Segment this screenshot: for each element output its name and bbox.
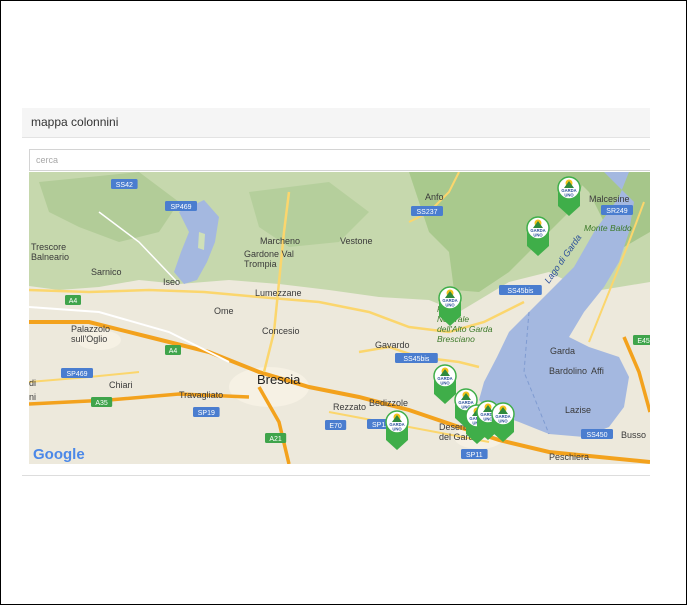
road-shield-label: SP19 <box>198 410 215 417</box>
place-label: Sarnico <box>91 267 122 277</box>
place-label: Lazise <box>565 405 591 415</box>
road-shield-label: A4 <box>69 298 78 305</box>
place-label: Travagliato <box>179 390 223 400</box>
place-label: Busso <box>621 430 646 440</box>
place-label: Rezzato <box>333 402 366 412</box>
road-shield-label: E70 <box>329 423 342 430</box>
place-label: Bedizzole <box>369 398 408 408</box>
panel-divider <box>22 475 650 476</box>
map-panel: mappa colonnini cerca Google Anfo Malces… <box>22 108 650 476</box>
road-shield-label: E45 <box>637 338 650 345</box>
search-box[interactable] <box>29 149 650 171</box>
place-label: Trescore Balneario <box>31 242 69 262</box>
road-shield-label: SS45bis <box>507 288 534 295</box>
map-view[interactable]: Google Anfo Malcesine Trescore Balneario Mar… <box>29 172 650 464</box>
place-label: Peschiera <box>549 452 589 462</box>
place-label: Bardolino <box>549 366 587 376</box>
map-canvas[interactable]: Google Anfo Malcesine Trescore Balneario Mar… <box>29 172 650 464</box>
search-input[interactable] <box>30 150 650 170</box>
place-label: Malcesine <box>589 194 630 204</box>
place-label: Affi <box>591 366 604 376</box>
road-shield-label: SS450 <box>586 432 607 439</box>
road-shield-label: A4 <box>169 348 178 355</box>
place-label: Anfo <box>425 192 444 202</box>
place-label: Palazzolo sull'Oglio <box>71 324 110 344</box>
road-shield-label: SR249 <box>606 208 628 215</box>
road-shield-label: A21 <box>269 436 282 443</box>
road-shield-label: SP469 <box>170 204 191 211</box>
place-label: Lumezzane <box>255 288 302 298</box>
road-shield-label: SS237 <box>416 209 437 216</box>
road-shield-label: SS42 <box>116 182 133 189</box>
road-shield-label: SS45bis <box>403 356 430 363</box>
road-shield-label: SP11 <box>466 452 483 459</box>
place-label: Ome <box>214 306 234 316</box>
park-label: Monte Baldo <box>584 223 632 233</box>
place-label: Iseo <box>163 277 180 287</box>
panel-title: mappa colonnini <box>31 115 119 129</box>
place-label: Chiari <box>109 380 133 390</box>
place-label: Vestone <box>340 236 373 246</box>
road-shield-label: SP469 <box>66 371 87 378</box>
monte-isola <box>198 232 205 250</box>
place-label: Marcheno <box>260 236 300 246</box>
panel-header: mappa colonnini <box>22 108 650 138</box>
place-label: di <box>29 378 36 388</box>
google-logo: Google <box>33 446 85 463</box>
place-label: Concesio <box>262 326 300 336</box>
road-shield-label: A35 <box>95 400 108 407</box>
city-label: Brescia <box>257 372 301 387</box>
place-label: Gavardo <box>375 340 410 350</box>
place-label: ni <box>29 392 36 402</box>
place-label: Garda <box>550 346 575 356</box>
